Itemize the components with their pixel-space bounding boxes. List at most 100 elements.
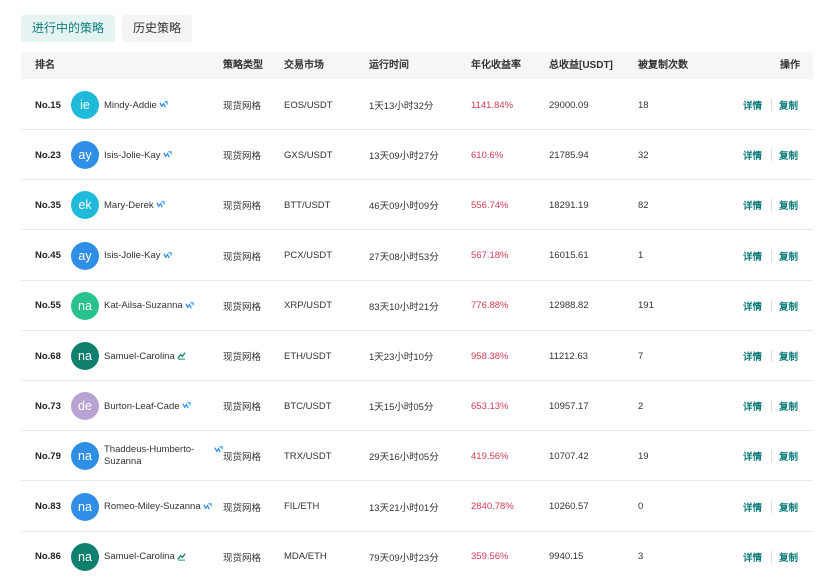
run-time: 13天21小时01分 (369, 502, 439, 514)
copy-button[interactable]: 复制 (779, 130, 798, 180)
column-header-copies: 被复制次数 (638, 60, 688, 71)
trend-badge-icon (156, 200, 165, 209)
strategy-tabs: 进行中的策略 历史策略 (21, 15, 193, 42)
chart-badge-icon (177, 351, 186, 360)
trend-badge-icon (163, 251, 172, 260)
detail-button[interactable]: 详情 (743, 130, 762, 180)
trader-name[interactable]: Isis-Jolie-Kay (104, 130, 161, 180)
trading-market: PCX/USDT (284, 250, 333, 262)
rank-label: No.68 (35, 350, 61, 362)
copy-button[interactable]: 复制 (779, 482, 798, 532)
detail-button[interactable]: 详情 (743, 331, 762, 381)
action-divider (771, 450, 772, 463)
trading-market: BTC/USDT (284, 400, 332, 412)
avatar: na (71, 542, 99, 571)
copy-button[interactable]: 复制 (779, 80, 798, 130)
copy-count: 191 (638, 300, 654, 312)
rank-label: No.73 (35, 400, 61, 412)
avatar: na (71, 291, 99, 320)
detail-button[interactable]: 详情 (743, 431, 762, 481)
table-row: No.55 na Kat-Ailsa-Suzanna 现货网格 XRP/USDT 83天1… (21, 281, 813, 331)
copy-button[interactable]: 复制 (779, 532, 798, 581)
strategy-type: 现货网格 (223, 101, 262, 112)
trading-market: FIL/ETH (284, 501, 320, 513)
column-header-action: 操作 (780, 60, 800, 71)
trading-market: EOS/USDT (284, 99, 333, 111)
avatar: ay (71, 241, 99, 270)
detail-button[interactable]: 详情 (743, 180, 762, 230)
detail-button[interactable]: 详情 (743, 381, 762, 431)
copy-button[interactable]: 复制 (779, 180, 798, 230)
action-divider (771, 99, 772, 111)
trader-name[interactable]: Samuel-Carolina (104, 532, 175, 581)
trend-badge-icon (214, 445, 223, 454)
trading-market: BTT/USDT (284, 199, 331, 211)
column-header-profit: 总收益[USDT] (549, 60, 613, 71)
detail-button[interactable]: 详情 (743, 80, 762, 130)
table-header: 排名 策略类型 交易市场 运行时间 年化收益率 总收益[USDT] 被复制次数 … (21, 52, 813, 79)
trader-name[interactable]: Romeo-Miley-Suzanna (104, 482, 201, 532)
total-profit: 21785.94 (549, 149, 589, 161)
table-row: No.79 na Thaddeus-Humberto-Suzanna 现货网格 TRX/… (21, 431, 813, 482)
detail-button[interactable]: 详情 (743, 482, 762, 532)
copy-count: 2 (638, 400, 644, 412)
strategy-type: 现货网格 (223, 352, 262, 363)
trend-badge-icon (163, 150, 172, 159)
annual-rate: 419.56% (471, 450, 509, 462)
trading-market: ETH/USDT (284, 350, 332, 362)
rank-label: No.86 (35, 551, 61, 563)
trader-name[interactable]: Thaddeus-Humberto-Suzanna (104, 431, 214, 481)
copy-button[interactable]: 复制 (779, 231, 798, 281)
annual-rate: 359.56% (471, 551, 509, 563)
column-header-rank: 排名 (35, 60, 55, 71)
copy-button[interactable]: 复制 (779, 281, 798, 331)
column-header-rate: 年化收益率 (471, 60, 521, 71)
action-divider (771, 149, 772, 162)
detail-button[interactable]: 详情 (743, 281, 762, 331)
trend-badge-icon (203, 502, 212, 511)
run-time: 1天13小时32分 (369, 101, 434, 112)
trader-name[interactable]: Kat-Ailsa-Suzanna (104, 281, 183, 331)
total-profit: 10707.42 (549, 450, 589, 462)
strategy-type: 现货网格 (223, 452, 262, 464)
trader-name[interactable]: Burton-Leaf-Cade (104, 381, 180, 431)
column-header-market: 交易市场 (284, 60, 324, 71)
detail-button[interactable]: 详情 (743, 231, 762, 281)
column-header-type: 策略类型 (223, 60, 263, 71)
trading-market: TRX/USDT (284, 450, 332, 462)
detail-button[interactable]: 详情 (743, 532, 762, 581)
strategy-type: 现货网格 (223, 552, 262, 564)
trader-name[interactable]: Samuel-Carolina (104, 331, 175, 381)
action-divider (771, 350, 772, 362)
total-profit: 9940.15 (549, 551, 584, 563)
table-row: No.68 na Samuel-Carolina 现货网格 ETH/USDT 1天23小时… (21, 331, 813, 381)
copy-count: 3 (638, 551, 644, 563)
table-row: No.35 ek Mary-Derek 现货网格 BTT/USDT 46天09小时09分 5… (21, 180, 813, 231)
copy-button[interactable]: 复制 (779, 381, 798, 431)
rank-label: No.15 (35, 99, 61, 111)
copy-button[interactable]: 复制 (779, 431, 798, 481)
copy-count: 1 (638, 250, 644, 262)
run-time: 27天08小时53分 (369, 251, 439, 263)
trading-market: GXS/USDT (284, 149, 333, 161)
avatar: ay (71, 141, 99, 170)
avatar: ek (71, 191, 99, 220)
copy-button[interactable]: 复制 (779, 331, 798, 381)
copy-count: 32 (638, 149, 649, 161)
copy-count: 18 (638, 99, 649, 111)
trader-name[interactable]: Isis-Jolie-Kay (104, 231, 161, 281)
strategy-type: 现货网格 (223, 502, 262, 514)
action-divider (771, 500, 772, 513)
trader-name[interactable]: Mindy-Addie (104, 80, 157, 130)
strategy-type: 现货网格 (223, 151, 262, 163)
avatar: na (71, 342, 99, 370)
strategy-type: 现货网格 (223, 402, 262, 414)
rank-label: No.79 (35, 450, 61, 462)
total-profit: 12988.82 (549, 300, 589, 312)
total-profit: 18291.19 (549, 199, 589, 211)
tab-running-strategies[interactable]: 进行中的策略 (21, 15, 116, 42)
trader-name[interactable]: Mary-Derek (104, 180, 154, 230)
tab-history-strategies[interactable]: 历史策略 (122, 15, 193, 42)
copy-count: 19 (638, 450, 649, 462)
annual-rate: 1141.84% (471, 99, 514, 111)
